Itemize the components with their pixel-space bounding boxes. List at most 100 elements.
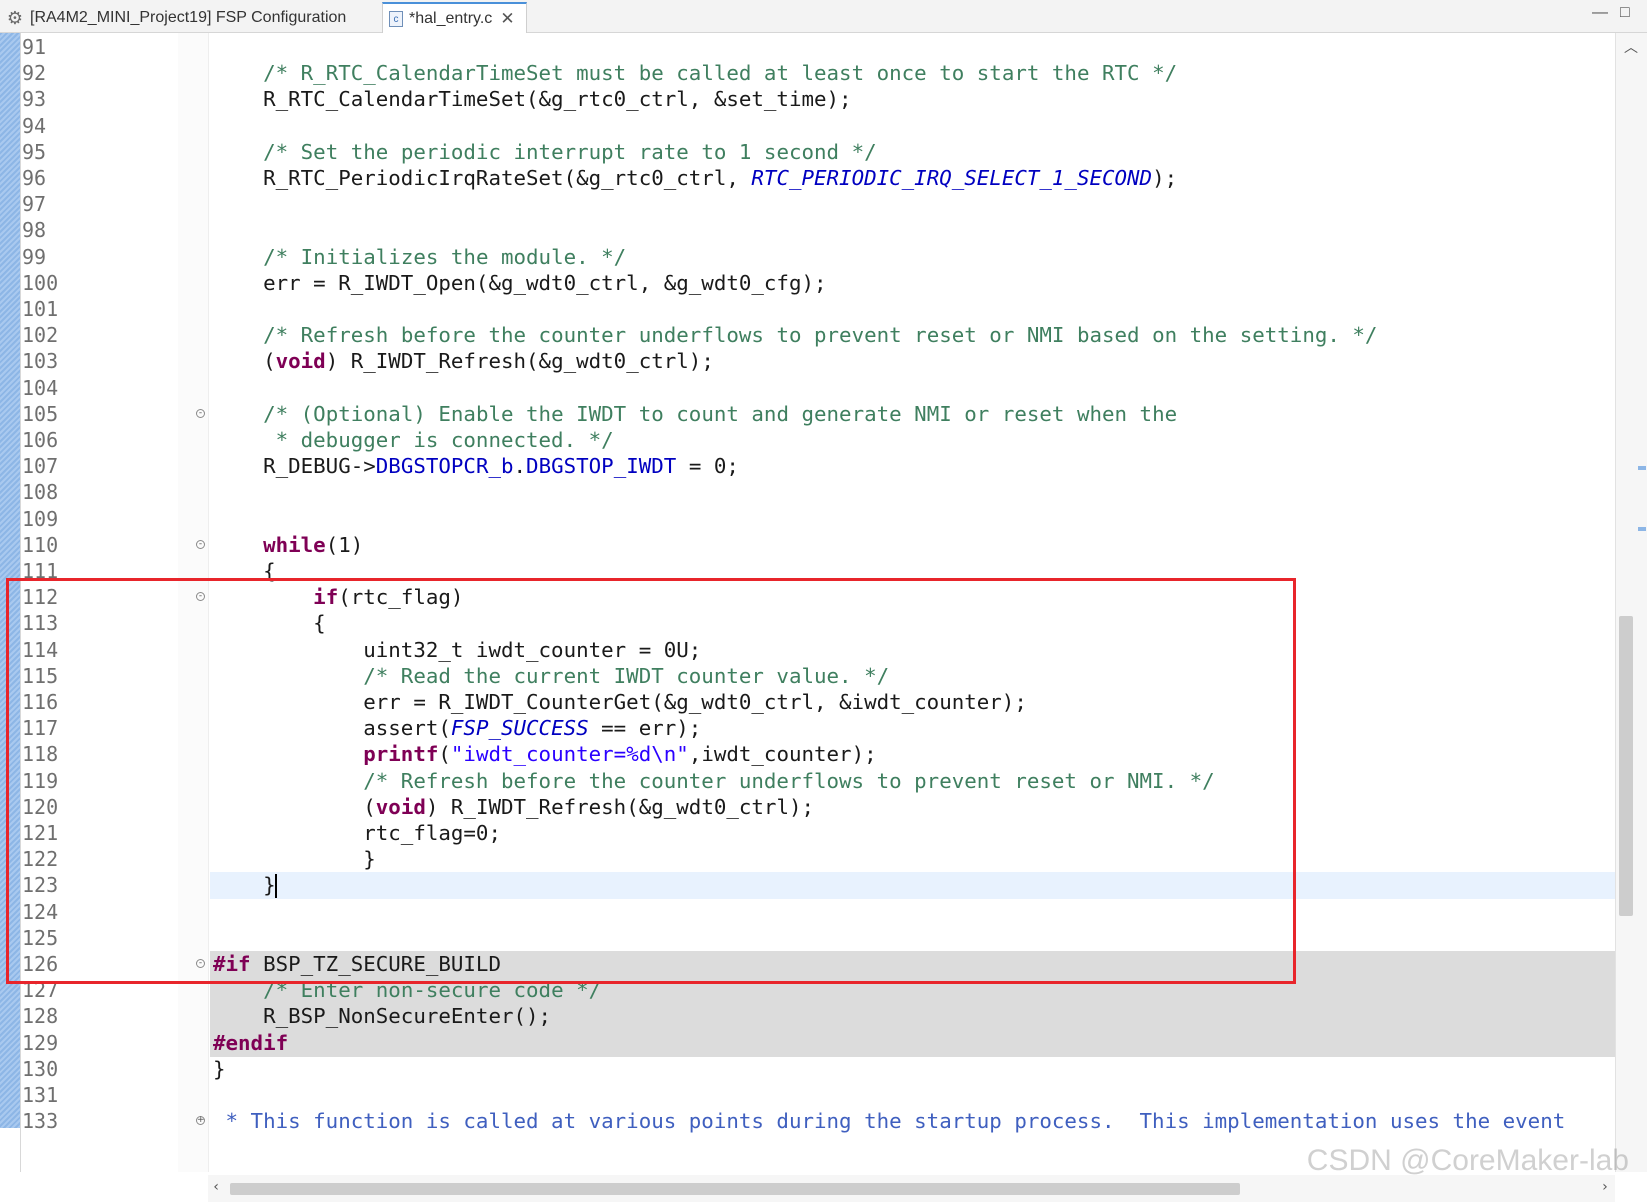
collapse-fold-icon[interactable]: - [196,408,205,418]
collapse-fold-icon[interactable]: - [196,539,205,549]
code-text[interactable]: /* Initializes the module. */ [213,244,626,271]
code-text[interactable]: err = R_IWDT_CounterGet(&g_wdt0_ctrl, &i… [213,689,1027,716]
code-line[interactable]: 97 [0,191,1615,218]
code-line[interactable]: 111 { [0,558,1615,585]
collapse-fold-icon[interactable]: - [196,959,205,968]
code-line[interactable]: 103 (void) R_IWDT_Refresh(&g_wdt0_ctrl); [0,348,1615,375]
code-editor[interactable]: 91 92 /* R_RTC_CalendarTimeSet must be ca… [0,33,1647,1202]
code-text[interactable]: { [213,558,276,585]
line-number: 116 [22,690,59,714]
code-text[interactable]: * This function is called at various poi… [213,1108,1566,1135]
code-line[interactable]: 120 (void) R_IWDT_Refresh(&g_wdt0_ctrl); [0,794,1615,821]
code-line[interactable]: 127 /* Enter non-secure code */ [0,977,1615,1005]
code-line[interactable]: 128 R_BSP_NonSecureEnter(); [0,1003,1615,1031]
code-text[interactable]: R_RTC_CalendarTimeSet(&g_rtc0_ctrl, &set… [213,86,851,113]
code-line[interactable]: 131 [0,1082,1615,1109]
code-text[interactable]: (void) R_IWDT_Refresh(&g_wdt0_ctrl); [213,348,714,375]
code-text[interactable]: err = R_IWDT_Open(&g_wdt0_ctrl, &g_wdt0_… [213,270,826,297]
code-text[interactable]: } [213,1056,226,1083]
vertical-scrollbar[interactable]: ︿ [1615,33,1647,1172]
code-text[interactable]: /* Set the periodic interrupt rate to 1 … [213,139,877,166]
code-text[interactable]: /* Read the current IWDT counter value. … [213,663,889,690]
code-line[interactable]: 123 } [0,872,1615,900]
code-line[interactable]: 115 /* Read the current IWDT counter val… [0,663,1615,690]
code-line[interactable]: 104 [0,375,1615,402]
code-text[interactable]: /* R_RTC_CalendarTimeSet must be called … [213,60,1177,87]
code-line[interactable]: 118 printf("iwdt_counter=%d\n",iwdt_coun… [0,741,1615,768]
code-text[interactable]: #endif [213,1030,288,1057]
code-line[interactable]: 119 /* Refresh before the counter underf… [0,768,1615,795]
code-line[interactable]: 113 { [0,610,1615,637]
code-line[interactable]: 117 assert(FSP_SUCCESS == err); [0,715,1615,742]
code-line[interactable]: 124 [0,899,1615,926]
code-line[interactable]: 130} [0,1056,1615,1083]
tab-hal-entry[interactable]: c *hal_entry.c ✕ [382,2,527,33]
code-line[interactable]: 101 [0,296,1615,323]
code-text[interactable]: /* Refresh before the counter underflows… [213,768,1214,795]
code-line[interactable]: 129 #endif [0,1029,1615,1057]
code-line[interactable]: 110 - while(1) [0,532,1615,559]
code-text[interactable]: while(1) [213,532,363,559]
code-line[interactable]: 114 uint32_t iwdt_counter = 0U; [0,637,1615,664]
expand-fold-icon[interactable]: + [196,1116,205,1126]
horizontal-scrollbar[interactable]: ‹ › [208,1175,1615,1202]
code-line[interactable]: 109 [0,506,1615,533]
code-line[interactable]: 91 [0,34,1615,61]
code-line[interactable]: 122 } [0,846,1615,873]
tab-label: *hal_entry.c [409,9,493,27]
line-number: 122 [22,847,59,872]
line-number: 96 [22,166,47,190]
code-text[interactable]: /* (Optional) Enable the IWDT to count a… [213,401,1177,428]
watermark: CSDN @CoreMaker-lab [1306,1144,1629,1177]
code-line[interactable]: 105 - /* (Optional) Enable the IWDT to co… [0,401,1615,428]
scroll-up-icon[interactable]: ︿ [1624,37,1638,57]
code-line[interactable]: 93 R_RTC_CalendarTimeSet(&g_rtc0_ctrl, &… [0,86,1615,113]
code-line[interactable]: 121 rtc_flag=0; [0,820,1615,847]
h-scroll-thumb[interactable] [230,1183,1240,1195]
code-text[interactable]: assert(FSP_SUCCESS == err); [213,715,701,742]
code-line[interactable]: 133 + * This function is called at variou… [0,1108,1615,1135]
code-text[interactable]: /* Enter non-secure code */ [213,977,601,1004]
code-text[interactable]: #if BSP_TZ_SECURE_BUILD [213,951,501,978]
code-line[interactable]: 108 [0,479,1615,506]
code-line[interactable]: 102 /* Refresh before the counter underf… [0,322,1615,349]
code-text[interactable]: R_BSP_NonSecureEnter(); [213,1003,551,1030]
code-line[interactable]: 94 [0,113,1615,140]
scroll-right-icon[interactable]: › [1601,1179,1609,1195]
code-text[interactable]: } [213,872,277,899]
code-text[interactable]: if(rtc_flag) [213,584,463,611]
collapse-fold-icon[interactable]: - [196,592,205,602]
overview-marker[interactable] [1638,527,1646,531]
code-line[interactable]: 107 R_DEBUG->DBGSTOPCR_b.DBGSTOP_IWDT = … [0,453,1615,480]
code-text[interactable]: printf("iwdt_counter=%d\n",iwdt_counter)… [213,741,876,768]
code-line[interactable]: 98 [0,217,1615,244]
minimize-button[interactable]: — [1592,4,1608,22]
code-text[interactable]: { [213,610,326,637]
code-text[interactable]: } [213,846,376,873]
code-line[interactable]: 126 - #if BSP_TZ_SECURE_BUILD [0,951,1615,978]
code-text[interactable]: rtc_flag=0; [213,820,501,847]
code-line[interactable]: 100 err = R_IWDT_Open(&g_wdt0_ctrl, &g_w… [0,270,1615,297]
code-line[interactable]: 125 [0,925,1615,952]
code-text[interactable]: R_RTC_PeriodicIrqRateSet(&g_rtc0_ctrl, R… [213,165,1177,192]
code-text[interactable]: R_DEBUG->DBGSTOPCR_b.DBGSTOP_IWDT = 0; [213,453,739,480]
code-text[interactable]: (void) R_IWDT_Refresh(&g_wdt0_ctrl); [213,794,814,821]
code-line[interactable]: 96 R_RTC_PeriodicIrqRateSet(&g_rtc0_ctrl… [0,165,1615,192]
code-line[interactable]: 92 /* R_RTC_CalendarTimeSet must be call… [0,60,1615,87]
code-line[interactable]: 112 - if(rtc_flag) [0,584,1615,611]
code-line[interactable]: 99 /* Initializes the module. */ [0,244,1615,271]
scroll-left-icon[interactable]: ‹ [212,1179,220,1195]
overview-marker[interactable] [1638,466,1646,470]
close-icon[interactable]: ✕ [500,9,514,29]
code-line[interactable]: 116 err = R_IWDT_CounterGet(&g_wdt0_ctrl… [0,689,1615,716]
maximize-button[interactable]: □ [1620,4,1630,22]
tab-fsp-configuration[interactable]: ⚙ [RA4M2_MINI_Project19] FSP Configurati… [0,2,380,33]
scroll-thumb[interactable] [1619,616,1633,916]
code-text[interactable]: * debugger is connected. */ [213,427,614,454]
code-line[interactable]: 95 /* Set the periodic interrupt rate to… [0,139,1615,166]
code-text[interactable]: /* Refresh before the counter underflows… [213,322,1377,349]
gear-icon: ⚙ [6,7,24,28]
code-text[interactable]: uint32_t iwdt_counter = 0U; [213,637,701,664]
line-number: 126 [22,952,59,976]
code-line[interactable]: 106 * debugger is connected. */ [0,427,1615,454]
